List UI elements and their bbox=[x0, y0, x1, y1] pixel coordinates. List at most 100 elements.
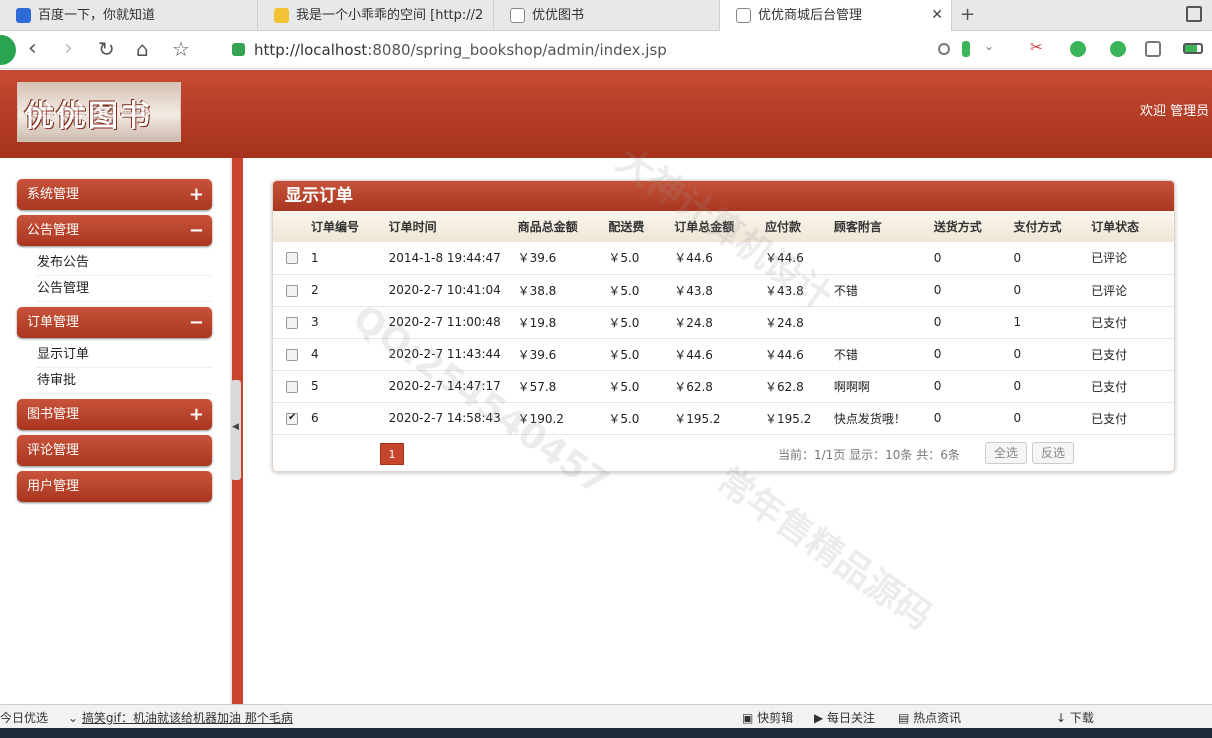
tab-bookshop[interactable]: 优优图书 bbox=[494, 0, 720, 31]
tab-qzone[interactable]: 我是一个小乖乖的空间 [http://2 bbox=[258, 0, 494, 31]
column-header: 订单总金额 bbox=[674, 220, 735, 234]
table-cell bbox=[834, 242, 934, 274]
scissors-icon[interactable]: ✂ bbox=[1030, 38, 1046, 56]
sidebar-item-manage-announcement[interactable]: 公告管理 bbox=[37, 276, 212, 302]
column-header: 订单编号 bbox=[310, 220, 359, 234]
status-item-daily[interactable]: ▶ 每日关注 bbox=[814, 709, 875, 726]
collapse-icon[interactable]: − bbox=[189, 215, 204, 246]
wechat-icon[interactable] bbox=[1110, 41, 1126, 57]
table-cell: 不错 bbox=[833, 283, 858, 298]
table-cell: 2020-2-7 11:00:48 bbox=[388, 315, 501, 329]
tab-baidu[interactable]: 百度一下，你就知道 bbox=[0, 0, 258, 31]
table-header-row: 订单编号 订单时间 商品总金额 配送费 订单总金额 应付款 顾客附言 送货方式 … bbox=[273, 211, 1174, 242]
select-all-button[interactable]: 全选 bbox=[985, 441, 1028, 464]
column-header: 商品总金额 bbox=[517, 220, 578, 234]
tab-label: 优优商城后台管理 bbox=[758, 8, 863, 23]
table-cell: 1 bbox=[1013, 315, 1022, 329]
row-checkbox[interactable] bbox=[286, 380, 298, 393]
menu-order[interactable]: 订单管理 − bbox=[17, 307, 212, 338]
logo-reflection: 优优图书 bbox=[24, 103, 152, 120]
menu-label: 系统管理 bbox=[27, 187, 80, 202]
reload-icon[interactable]: ↻ bbox=[98, 37, 115, 61]
bookmark-star-icon[interactable]: ☆ bbox=[172, 37, 190, 61]
watermark: 常年售精品源码 bbox=[709, 459, 939, 638]
sidebar-item-show-orders[interactable]: 显示订单 bbox=[37, 342, 212, 368]
row-checkbox[interactable] bbox=[286, 412, 298, 425]
table-cell: ￥24.8 bbox=[765, 315, 804, 330]
news-text[interactable]: 搞笑gif：机油就该给机器加油 那个毛病 bbox=[82, 711, 293, 725]
sidebar-item-pending-approval[interactable]: 待审批 bbox=[37, 368, 212, 394]
table-cell: ￥44.6 bbox=[765, 251, 804, 266]
status-item-quickcut[interactable]: ▣ 快剪辑 bbox=[742, 709, 793, 726]
invert-selection-button[interactable]: 反选 bbox=[1032, 441, 1075, 464]
menu-comments[interactable]: 评论管理 bbox=[17, 435, 212, 466]
column-header: 应付款 bbox=[765, 220, 802, 234]
skin-icon[interactable] bbox=[1186, 6, 1202, 22]
row-checkbox[interactable] bbox=[286, 252, 298, 265]
table-cell: 已评论 bbox=[1091, 283, 1128, 298]
table-cell: ￥5.0 bbox=[608, 251, 640, 266]
row-select-cell bbox=[273, 402, 311, 434]
table-cell: ￥195.2 bbox=[765, 411, 812, 426]
table-row: 6 2020-2-7 14:58:43 ￥190.2 ￥5.0 ￥195.2 ￥195.2… bbox=[273, 402, 1174, 434]
apps-grid-icon[interactable] bbox=[1145, 41, 1161, 57]
table-cell: 0 bbox=[933, 250, 942, 265]
page-info: 当前：1/1页 显示：10条 共：6条 bbox=[778, 447, 960, 462]
lightning-icon[interactable] bbox=[962, 41, 970, 57]
status-item-download[interactable]: ↓ 下载 bbox=[1056, 709, 1094, 726]
collapse-icon[interactable]: − bbox=[189, 307, 204, 338]
orders-table: 订单编号 订单时间 商品总金额 配送费 订单总金额 应付款 顾客附言 送货方式 … bbox=[273, 211, 1174, 435]
panel-title: 显示订单 bbox=[273, 181, 1174, 211]
url-host: http://localhost bbox=[254, 41, 368, 59]
menu-announcement[interactable]: 公告管理 − bbox=[17, 215, 212, 246]
expand-icon[interactable]: + bbox=[189, 179, 204, 210]
table-cell: ￥5.0 bbox=[608, 379, 640, 394]
table-cell: ￥19.8 bbox=[517, 315, 557, 330]
tab-label: 我是一个小乖乖的空间 [http://2 bbox=[296, 8, 484, 23]
logo: 优优图书 优优图书 bbox=[17, 82, 181, 142]
pagination: 1 当前：1/1页 显示：10条 共：6条 全选 反选 bbox=[273, 435, 1174, 471]
share-icon[interactable] bbox=[938, 43, 950, 55]
back-icon[interactable]: ‹ bbox=[28, 37, 37, 61]
table-cell: 2020-2-7 11:43:44 bbox=[388, 347, 501, 361]
orders-panel: 显示订单 订单编号 订单时间 商品总金额 配送费 订单总金额 应付款 顾客附言 … bbox=[272, 180, 1175, 472]
home-icon[interactable]: ⌂ bbox=[136, 37, 149, 61]
status-item-news[interactable]: ▤ 热点资讯 bbox=[898, 709, 961, 726]
new-tab-icon[interactable]: + bbox=[960, 4, 975, 25]
table-cell: ￥44.6 bbox=[674, 347, 713, 362]
table-cell: 0 bbox=[1013, 379, 1022, 393]
browser-tab-bar: 百度一下，你就知道 我是一个小乖乖的空间 [http://2 优优图书 优优商城… bbox=[0, 0, 1212, 32]
url-field[interactable]: http://localhost:8080/spring_bookshop/ad… bbox=[232, 37, 922, 63]
sidebar-toggle[interactable]: ◀ bbox=[231, 380, 241, 480]
table-cell: 1 bbox=[310, 250, 319, 265]
tab-admin[interactable]: 优优商城后台管理 ✕ bbox=[720, 0, 952, 32]
secure-icon bbox=[232, 43, 245, 56]
chevron-down-icon[interactable]: ⌄ bbox=[984, 39, 1000, 55]
expand-icon[interactable]: + bbox=[189, 399, 204, 430]
table-cell: ￥39.6 bbox=[517, 251, 557, 266]
shield-icon[interactable] bbox=[1070, 41, 1086, 57]
status-today-picks[interactable]: 今日优选 bbox=[0, 709, 48, 726]
sidebar-item-publish-announcement[interactable]: 发布公告 bbox=[37, 250, 212, 276]
table-cell: 已支付 bbox=[1091, 379, 1128, 394]
table-cell: ￥5.0 bbox=[608, 283, 640, 298]
menu-system[interactable]: 系统管理 + bbox=[17, 179, 212, 210]
page-1-button[interactable]: 1 bbox=[380, 442, 404, 465]
row-checkbox[interactable] bbox=[286, 348, 298, 361]
column-header: 顾客附言 bbox=[833, 220, 882, 234]
table-cell: ￥43.8 bbox=[674, 283, 713, 298]
table-cell: ￥44.6 bbox=[765, 347, 804, 362]
menu-users[interactable]: 用户管理 bbox=[17, 471, 212, 502]
row-checkbox[interactable] bbox=[286, 316, 298, 329]
os-taskbar bbox=[0, 728, 1212, 738]
table-cell: 0 bbox=[1013, 250, 1022, 265]
table-cell: ￥5.0 bbox=[608, 315, 640, 330]
row-select-cell bbox=[273, 274, 311, 306]
news-ticker[interactable]: ⌄ 搞笑gif：机油就该给机器加油 那个毛病 bbox=[68, 709, 293, 726]
table-cell: ￥190.2 bbox=[517, 411, 564, 426]
row-checkbox[interactable] bbox=[286, 284, 298, 297]
forward-icon[interactable]: › bbox=[64, 37, 73, 61]
menu-books[interactable]: 图书管理 + bbox=[17, 399, 212, 430]
battery-icon bbox=[1183, 43, 1203, 54]
close-icon[interactable]: ✕ bbox=[931, 0, 943, 31]
